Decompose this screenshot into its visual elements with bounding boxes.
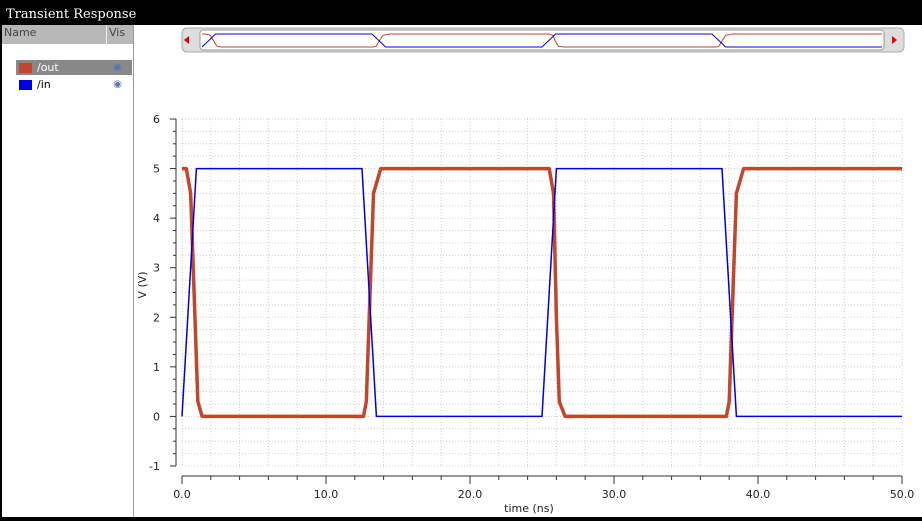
x-tick-label: 20.0 — [458, 488, 483, 501]
x-tick-label: 40.0 — [746, 488, 771, 501]
y-tick-label: 1 — [153, 361, 160, 374]
x-tick-label: 10.0 — [314, 488, 339, 501]
legend-label: /out — [37, 61, 59, 74]
y-tick-label: 5 — [153, 163, 160, 176]
legend-item-out[interactable]: /out ◉ — [16, 60, 132, 75]
window-title: Transient Response — [0, 0, 922, 25]
x-tick-label: 50.0 — [890, 488, 915, 501]
x-tick-label: 0.0 — [173, 488, 191, 501]
column-vis[interactable]: Vis — [107, 25, 127, 44]
y-tick-label: 6 — [153, 113, 160, 126]
color-swatch — [19, 79, 32, 90]
legend-panel: Name Vis /out ◉ /in ◉ — [2, 25, 134, 517]
y-axis-label: V (V) — [136, 271, 149, 298]
legend-header: Name Vis — [2, 25, 133, 44]
plot-area: -1 0 1 2 3 4 5 6 0.0 10.0 20.0 30.0 40.0 50.0 time (n… — [134, 25, 922, 517]
legend-label: /in — [37, 78, 51, 91]
y-tick-label: 4 — [153, 212, 160, 225]
y-tick-label: -1 — [149, 460, 160, 473]
y-tick-label: 0 — [153, 410, 160, 423]
chart: -1 0 1 2 3 4 5 6 0.0 10.0 20.0 30.0 40.0 50.0 time (n… — [136, 27, 915, 515]
y-tick-label: 2 — [153, 311, 160, 324]
x-tick-label: 30.0 — [602, 488, 627, 501]
eye-icon[interactable]: ◉ — [113, 62, 122, 73]
x-scrollbar[interactable] — [181, 27, 905, 53]
column-name[interactable]: Name — [2, 25, 107, 44]
eye-icon[interactable]: ◉ — [113, 79, 122, 90]
y-tick-label: 3 — [153, 262, 160, 275]
color-swatch — [19, 62, 32, 73]
legend-item-in[interactable]: /in ◉ — [16, 77, 132, 92]
x-axis-label: time (ns) — [504, 502, 554, 515]
